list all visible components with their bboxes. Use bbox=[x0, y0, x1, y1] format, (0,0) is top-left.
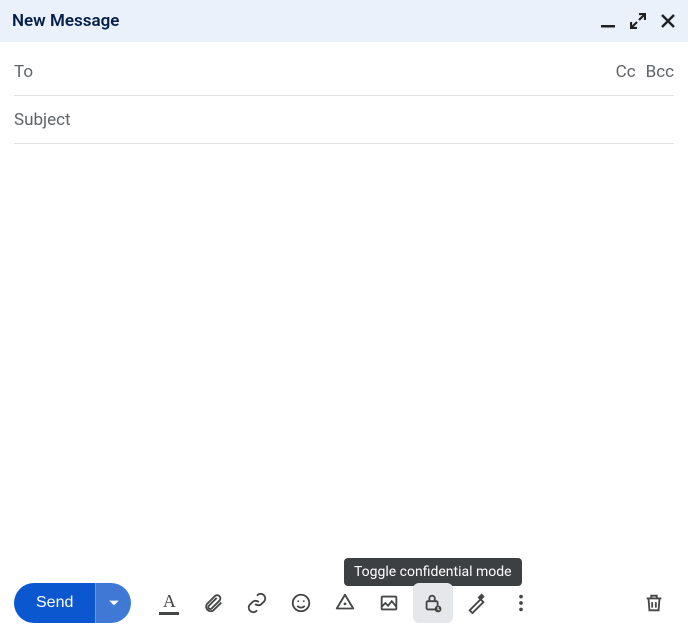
confidential-tooltip: Toggle confidential mode bbox=[344, 558, 522, 586]
insert-signature-button[interactable] bbox=[457, 583, 497, 623]
image-icon bbox=[378, 592, 400, 614]
minimize-icon[interactable] bbox=[600, 13, 616, 29]
confidential-mode-icon bbox=[422, 592, 444, 614]
to-field-row[interactable]: To Cc Bcc bbox=[14, 48, 674, 96]
discard-draft-button[interactable] bbox=[634, 583, 674, 623]
header-actions bbox=[600, 13, 676, 29]
format-text-button[interactable]: A bbox=[149, 583, 189, 623]
insert-emoji-button[interactable] bbox=[281, 583, 321, 623]
compose-header: New Message bbox=[0, 0, 688, 42]
insert-image-button[interactable] bbox=[369, 583, 409, 623]
confidential-mode-button[interactable] bbox=[413, 583, 453, 623]
bcc-button[interactable]: Bcc bbox=[646, 62, 674, 82]
send-group: Send bbox=[14, 583, 131, 623]
signature-icon bbox=[466, 592, 488, 614]
more-options-button[interactable] bbox=[501, 583, 541, 623]
trash-icon bbox=[643, 592, 665, 614]
subject-placeholder: Subject bbox=[14, 110, 71, 130]
emoji-icon bbox=[290, 592, 312, 614]
expand-icon[interactable] bbox=[630, 13, 646, 29]
compose-title: New Message bbox=[12, 11, 600, 31]
cc-button[interactable]: Cc bbox=[616, 62, 636, 82]
subject-field-row[interactable]: Subject bbox=[14, 96, 674, 144]
more-icon bbox=[510, 592, 532, 614]
compose-window: New Message To Cc Bcc Subje bbox=[0, 0, 688, 636]
format-icon: A bbox=[159, 592, 179, 615]
drive-icon bbox=[334, 592, 356, 614]
close-icon[interactable] bbox=[660, 13, 676, 29]
insert-drive-button[interactable] bbox=[325, 583, 365, 623]
send-options-button[interactable] bbox=[95, 583, 131, 623]
send-button[interactable]: Send bbox=[14, 583, 95, 623]
message-body[interactable] bbox=[0, 144, 688, 570]
link-icon bbox=[246, 592, 268, 614]
fields: To Cc Bcc Subject bbox=[0, 42, 688, 144]
insert-link-button[interactable] bbox=[237, 583, 277, 623]
to-placeholder: To bbox=[14, 62, 33, 82]
attach-icon bbox=[202, 592, 224, 614]
attach-file-button[interactable] bbox=[193, 583, 233, 623]
